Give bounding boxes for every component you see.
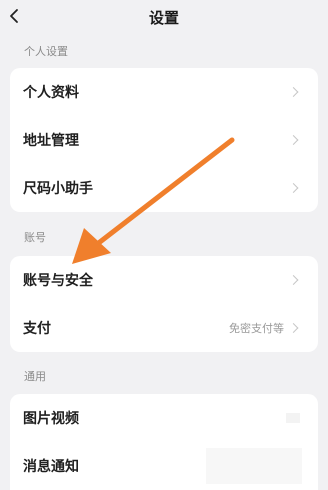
watermark-blur: [206, 448, 302, 484]
chevron-right-icon: [286, 413, 300, 423]
row-account-security[interactable]: 账号与安全: [10, 256, 318, 304]
row-payment[interactable]: 支付 免密支付等: [10, 304, 318, 352]
row-value: 免密支付等: [229, 322, 284, 335]
row-photo-video[interactable]: 图片视频: [10, 394, 318, 442]
page-title: 设置: [148, 9, 179, 27]
chevron-right-icon: [288, 275, 299, 285]
chevron-right-icon: [288, 135, 299, 145]
chevron-right-icon: [288, 183, 299, 193]
row-label: 个人资料: [23, 85, 79, 101]
row-address[interactable]: 地址管理: [10, 116, 318, 164]
row-label: 尺码小助手: [23, 181, 93, 197]
card-account: 账号与安全 支付 免密支付等: [10, 256, 318, 352]
section-title-personal: 个人设置: [24, 45, 68, 58]
row-label: 图片视频: [23, 411, 79, 427]
navigation-bar: 设置: [0, 0, 328, 36]
row-label: 支付: [23, 321, 51, 337]
section-title-account: 账号: [24, 231, 46, 244]
section-title-general: 通用: [24, 370, 46, 383]
row-profile[interactable]: 个人资料: [10, 68, 318, 116]
row-label: 账号与安全: [23, 273, 93, 289]
row-label: 消息通知: [23, 459, 79, 475]
chevron-right-icon: [288, 323, 299, 333]
card-personal-settings: 个人资料 地址管理 尺码小助手: [10, 68, 318, 212]
chevron-right-icon: [288, 87, 299, 97]
row-label: 地址管理: [23, 133, 79, 149]
row-size-helper[interactable]: 尺码小助手: [10, 164, 318, 212]
